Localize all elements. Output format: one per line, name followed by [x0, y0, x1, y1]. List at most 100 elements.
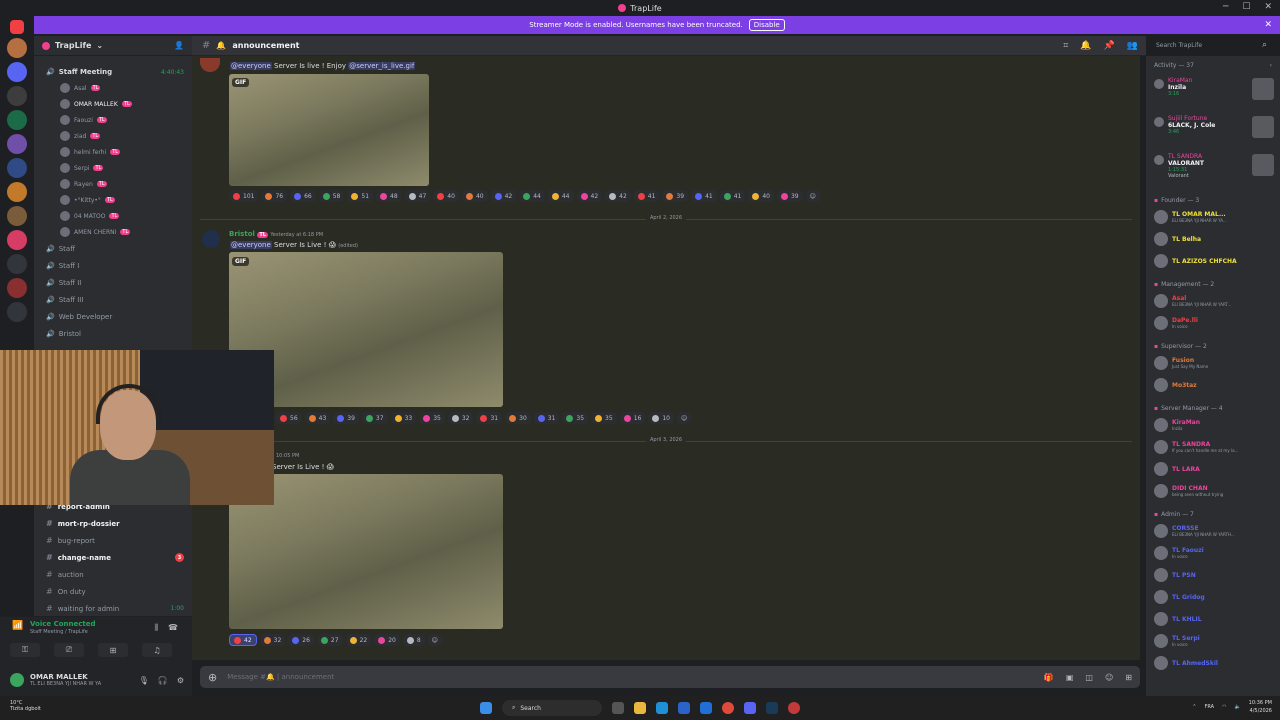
reaction[interactable]: 43	[304, 412, 331, 424]
store-icon[interactable]	[678, 702, 690, 714]
gear-icon[interactable]: ⚙	[177, 676, 184, 685]
server-icon[interactable]	[7, 38, 27, 58]
gif-image[interactable]	[229, 74, 429, 186]
reaction[interactable]: 42	[605, 190, 631, 202]
member-row[interactable]: DIDI CHAN being seen without trying	[1146, 480, 1280, 502]
reaction[interactable]: 42	[490, 190, 517, 202]
reaction[interactable]: 40	[461, 190, 488, 202]
apps-icon[interactable]: ⊞	[1125, 673, 1132, 682]
voice-member[interactable]: Asal TL	[34, 80, 192, 96]
activity-card[interactable]: KiraMan Inzila 3:16	[1146, 74, 1280, 112]
reaction[interactable]: 8	[402, 634, 425, 646]
search-input[interactable]: Search TrapLife	[1150, 39, 1254, 54]
member-row[interactable]: TL Faouzi In voice	[1146, 542, 1280, 564]
member-row[interactable]: TL Gridog	[1146, 586, 1280, 608]
steam-icon[interactable]	[766, 702, 778, 714]
reaction[interactable]: 42	[576, 190, 603, 202]
emoji-icon[interactable]: ☺	[1105, 673, 1113, 682]
reaction[interactable]: 51	[347, 190, 374, 202]
camera-button[interactable]: ⚿	[10, 643, 40, 657]
tray-chevron-icon[interactable]: ⌃	[1192, 704, 1196, 710]
minimize-icon[interactable]: ─	[1223, 2, 1228, 12]
voice-channel-item[interactable]: 🔊 Bristol	[34, 325, 192, 342]
microphone-icon[interactable]: 🎙	[139, 676, 149, 685]
add-friend-icon[interactable]: 👤	[174, 41, 184, 50]
discord-taskbar-icon[interactable]	[744, 702, 756, 714]
server-icon[interactable]	[7, 254, 27, 274]
member-row[interactable]: TL SANDRA If you can't handle me at my la…	[1146, 436, 1280, 458]
channel-item[interactable]: # bug-report	[34, 532, 192, 549]
volume-icon[interactable]: 🔈	[1234, 704, 1240, 710]
reaction[interactable]: 32	[259, 634, 286, 646]
wifi-icon[interactable]: ◠	[1222, 704, 1226, 710]
everyone-mention[interactable]: @everyone	[230, 241, 272, 249]
voice-member[interactable]: •°Kitty•° TL	[34, 192, 192, 208]
activity-card[interactable]: Sujiil Fortune 6LACK, J. Cole 3:46	[1146, 112, 1280, 150]
reaction[interactable]: 10	[648, 412, 674, 424]
reaction[interactable]: 35	[591, 412, 617, 424]
voice-member[interactable]: Serpi TL	[34, 160, 192, 176]
server-icon[interactable]	[7, 62, 27, 82]
reaction[interactable]: 56	[276, 412, 302, 424]
reaction[interactable]: 20	[374, 634, 400, 646]
voice-member[interactable]: 04 MATOO TL	[34, 208, 192, 224]
file-explorer-icon[interactable]	[634, 702, 646, 714]
voice-channel-item[interactable]: 🔊 Staff II	[34, 274, 192, 291]
language-indicator[interactable]: FRA	[1204, 704, 1214, 710]
server-icon[interactable]	[7, 206, 27, 226]
server-icon[interactable]	[7, 182, 27, 202]
chevron-right-icon[interactable]: ›	[1270, 62, 1272, 69]
disable-streamer-button[interactable]: Disable	[748, 19, 785, 31]
reaction[interactable]: 44	[547, 190, 574, 202]
reaction[interactable]: 22	[345, 634, 372, 646]
server-icon[interactable]	[7, 110, 27, 130]
member-list-icon[interactable]: 👥	[1127, 41, 1138, 51]
reaction[interactable]: 40	[433, 190, 459, 202]
voice-member[interactable]: AMEN CHERNI TL	[34, 224, 192, 240]
close-icon[interactable]: ✕	[1264, 2, 1272, 12]
reaction[interactable]: 40	[748, 190, 774, 202]
channel-item[interactable]: # mort-rp-dossier	[34, 515, 192, 532]
edge-icon[interactable]	[656, 702, 668, 714]
member-row[interactable]: KiraMan Inzila	[1146, 414, 1280, 436]
channel-item[interactable]: # waiting for admin 1:00	[34, 600, 192, 617]
message-composer[interactable]: ⊕ Message #🔔 | announcement 🎁 ▣ ◫ ☺ ⊞	[200, 666, 1140, 688]
reaction[interactable]: 37	[361, 412, 388, 424]
add-reaction-icon[interactable]: ☺	[805, 190, 820, 202]
reaction[interactable]: 76	[261, 190, 288, 202]
server-icon[interactable]	[7, 302, 27, 322]
channel-item[interactable]: # change-name 3	[34, 549, 192, 566]
add-reaction-icon[interactable]: ☺	[427, 634, 442, 646]
clock[interactable]: 10:36 PM 4/5/2026	[1249, 699, 1272, 715]
windows-start-icon[interactable]	[480, 702, 492, 714]
noise-suppression-icon[interactable]: ⫼	[154, 623, 158, 633]
search-icon[interactable]: ⌕	[1262, 40, 1267, 50]
reaction[interactable]: 31	[533, 412, 560, 424]
headphones-icon[interactable]: 🎧	[158, 676, 168, 685]
voice-channel-item[interactable]: 🔊 Staff III	[34, 291, 192, 308]
server-icon[interactable]	[7, 158, 27, 178]
voice-channel-item[interactable]: 🔊 Web Developer	[34, 308, 192, 325]
disconnect-icon[interactable]: ☎	[168, 623, 178, 633]
reaction[interactable]: 39	[662, 190, 689, 202]
task-view-icon[interactable]	[612, 702, 624, 714]
chrome-icon[interactable]	[722, 702, 734, 714]
member-row[interactable]: TL AhmedSkil	[1146, 652, 1280, 674]
reaction[interactable]: 101	[229, 190, 259, 202]
gif-link[interactable]: @server_is_live.gif	[348, 62, 416, 70]
add-attachment-icon[interactable]: ⊕	[208, 671, 217, 684]
add-reaction-icon[interactable]: ☺	[676, 412, 692, 424]
activity-card[interactable]: TL SANDRA VALORANT 1:15:31 Valorant	[1146, 150, 1280, 188]
avatar[interactable]	[10, 673, 24, 687]
channel-item[interactable]: # auction	[34, 566, 192, 583]
member-row[interactable]: DaPe.lli In voice	[1146, 312, 1280, 334]
reaction[interactable]: 30	[505, 412, 531, 424]
reaction[interactable]: 48	[376, 190, 402, 202]
reaction[interactable]: 35	[562, 412, 589, 424]
member-row[interactable]: Asal ELI BE3NA YJI NHAR W YART...	[1146, 290, 1280, 312]
app-icon[interactable]	[700, 702, 712, 714]
reaction[interactable]: 39	[776, 190, 803, 202]
server-icon[interactable]	[7, 134, 27, 154]
avatar[interactable]	[202, 230, 220, 248]
channel-item[interactable]: # On duty	[34, 583, 192, 600]
